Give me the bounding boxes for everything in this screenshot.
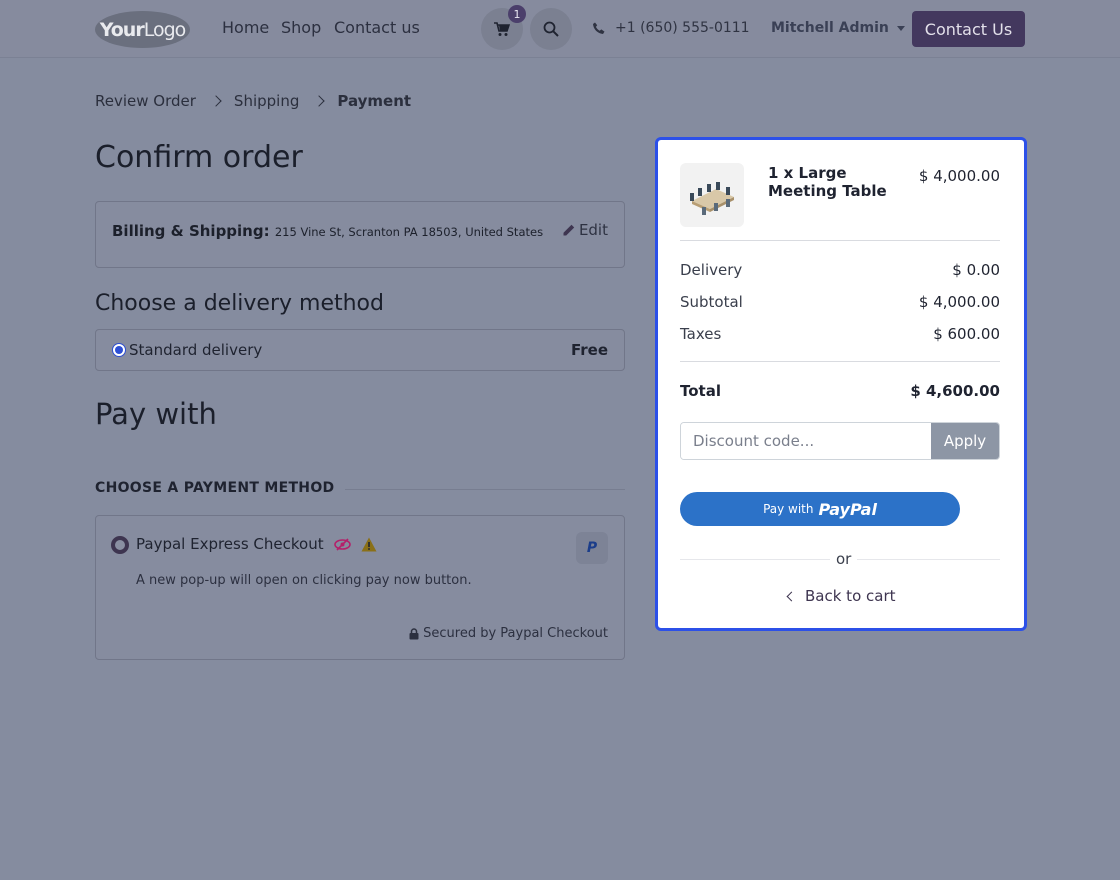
lock-icon bbox=[409, 627, 419, 639]
chevron-right-icon bbox=[210, 95, 222, 107]
divider bbox=[680, 361, 1000, 362]
paypal-button[interactable]: Pay with PayPal bbox=[680, 492, 960, 526]
phone-icon bbox=[593, 22, 605, 34]
edit-label: Edit bbox=[578, 221, 608, 239]
logo[interactable]: Your Logo bbox=[95, 11, 190, 48]
delivery-method-label: Standard delivery bbox=[129, 341, 263, 359]
payment-method-name: Paypal Express Checkout bbox=[136, 535, 324, 553]
cart-icon bbox=[494, 21, 510, 36]
chevron-left-icon bbox=[786, 591, 797, 601]
product-price: $ 4,000.00 bbox=[918, 167, 1000, 185]
eye-slash-icon bbox=[333, 537, 351, 551]
navbar: Your Logo Home Shop Contact us 1 +1 (650)… bbox=[0, 0, 1120, 58]
payment-option-paypal[interactable]: Paypal Express Checkout A new pop-up wil… bbox=[95, 515, 625, 660]
order-summary-card: 1 x Large Meeting Table $ 4,000.00 Deliv… bbox=[655, 137, 1027, 631]
divider bbox=[680, 240, 1000, 241]
summary-row-subtotal: Subtotal $ 4,000.00 bbox=[680, 293, 1000, 311]
contact-us-button[interactable]: Contact Us bbox=[912, 11, 1025, 47]
paypal-wordmark: PayPal bbox=[818, 499, 877, 519]
delivery-price: Free bbox=[570, 341, 608, 359]
edit-button[interactable]: Edit bbox=[562, 221, 608, 239]
nav-shop[interactable]: Shop bbox=[281, 18, 321, 37]
caret-down-icon bbox=[896, 25, 905, 31]
secured-note: Secured by Paypal Checkout bbox=[409, 626, 608, 641]
product-thumbnail bbox=[680, 163, 744, 227]
delivery-radio[interactable] bbox=[112, 343, 126, 357]
warning-icon bbox=[361, 537, 377, 551]
summary-row-total: Total $ 4,600.00 bbox=[680, 382, 1000, 400]
apply-button[interactable]: Apply bbox=[931, 423, 999, 459]
breadcrumb-review-order[interactable]: Review Order bbox=[95, 92, 196, 110]
billing-address: 215 Vine St, Scranton PA 18503, United S… bbox=[274, 225, 544, 239]
cart-count-badge: 1 bbox=[508, 5, 526, 23]
breadcrumb-shipping[interactable]: Shipping bbox=[234, 92, 299, 110]
paypal-button-prefix: Pay with bbox=[763, 502, 814, 516]
nav-contact[interactable]: Contact us bbox=[334, 18, 420, 37]
payment-radio[interactable] bbox=[111, 536, 129, 554]
nav-home[interactable]: Home bbox=[222, 18, 269, 37]
pay-with-heading: Pay with bbox=[95, 397, 217, 431]
summary-row-delivery: Delivery $ 0.00 bbox=[680, 261, 1000, 279]
product-name: 1 x Large Meeting Table bbox=[768, 164, 887, 200]
delivery-heading: Choose a delivery method bbox=[95, 291, 384, 316]
user-name: Mitchell Admin bbox=[771, 20, 889, 36]
pencil-icon bbox=[563, 224, 575, 235]
secured-text: Secured by Paypal Checkout bbox=[423, 626, 608, 641]
phone-number: +1 (650) 555-0111 bbox=[615, 20, 750, 36]
payment-method-row: Paypal Express Checkout bbox=[136, 535, 377, 553]
search-button[interactable] bbox=[530, 8, 572, 50]
back-to-cart-label: Back to cart bbox=[805, 587, 896, 605]
search-icon bbox=[543, 21, 559, 37]
payment-description: A new pop-up will open on clicking pay n… bbox=[136, 573, 472, 588]
delivery-option[interactable]: Standard delivery Free bbox=[95, 329, 625, 371]
payment-method-subheading: CHOOSE A PAYMENT METHOD bbox=[95, 480, 335, 496]
back-to-cart-link[interactable]: Back to cart bbox=[786, 587, 896, 605]
phone-link[interactable]: +1 (650) 555-0111 bbox=[592, 20, 750, 36]
billing-label: Billing & Shipping: 215 Vine St, Scranto… bbox=[112, 222, 544, 240]
summary-row-taxes: Taxes $ 600.00 bbox=[680, 325, 1000, 343]
paypal-logo-icon: P bbox=[576, 532, 608, 564]
or-separator: or bbox=[830, 550, 858, 568]
discount-form: Apply bbox=[680, 422, 1000, 460]
page-title: Confirm order bbox=[95, 140, 303, 175]
breadcrumb: Review Order Shipping Payment bbox=[95, 92, 411, 110]
user-menu[interactable]: Mitchell Admin bbox=[771, 20, 905, 36]
discount-code-input[interactable] bbox=[681, 423, 931, 459]
divider bbox=[345, 489, 625, 490]
billing-card: Billing & Shipping: 215 Vine St, Scranto… bbox=[95, 201, 625, 268]
chevron-right-icon bbox=[313, 95, 326, 107]
meeting-table-image bbox=[690, 182, 734, 215]
breadcrumb-payment: Payment bbox=[337, 92, 412, 110]
